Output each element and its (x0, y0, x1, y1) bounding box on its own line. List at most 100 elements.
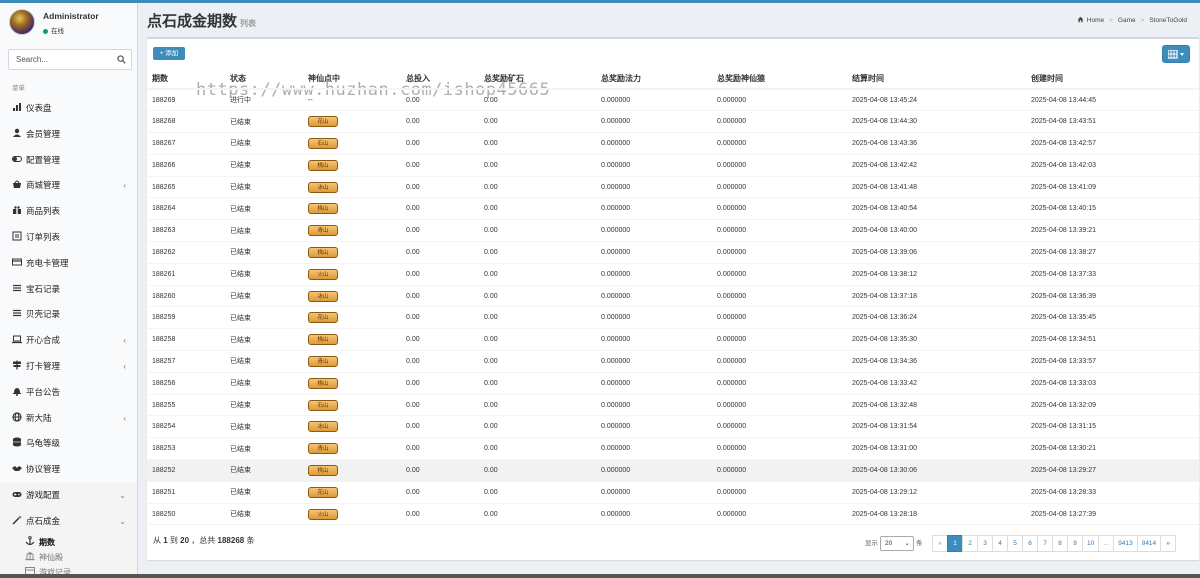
pagination-page[interactable]: 2 (962, 535, 978, 552)
table-row[interactable]: 188268 已结束 花山 0.00 0.00 0.000000 0.000000 2025-… (147, 110, 1199, 134)
column-header[interactable]: 创建时间 (1026, 69, 1199, 90)
chevron-left-icon: ‹ (123, 181, 126, 191)
table-row[interactable]: 188251 已结束 花山 0.00 0.00 0.000000 0.000000 2025-… (147, 481, 1199, 504)
pagination-page[interactable]: 9414 (1136, 535, 1162, 552)
pagination-page[interactable]: 8 (1052, 535, 1068, 552)
sidebar-item-15[interactable]: 协议管理 (0, 457, 137, 483)
table-row[interactable]: 188253 已结束 青山 0.00 0.00 0.000000 0.000000 2025-… (147, 437, 1199, 461)
sidebar-item-6[interactable]: 订单列表 (0, 225, 137, 251)
table-row[interactable]: 188265 已结束 冰山 0.00 0.00 0.000000 0.000000 2025-… (147, 176, 1199, 199)
sidebar-item-10[interactable]: 开心合成 ‹ (0, 328, 137, 354)
table-row[interactable]: 188254 已结束 冰山 0.00 0.00 0.000000 0.000000 2025-… (147, 415, 1199, 439)
table-row[interactable]: 188258 已结束 桃山 0.00 0.00 0.000000 0.000000 2025-… (147, 328, 1199, 352)
table-cell: 0.000000 (596, 394, 712, 417)
table-row[interactable]: 188269 进行中 -- 0.00 0.00 0.000000 0.000000 2025-… (147, 89, 1199, 112)
column-header[interactable]: 期数 (147, 69, 225, 90)
submenu-item-2[interactable]: 神仙殿 (0, 550, 137, 565)
sidebar-item-label: 宝石记录 (26, 283, 61, 294)
pagination-page[interactable]: 1 (947, 535, 963, 552)
list-icon (13, 284, 21, 291)
table-row[interactable]: 188264 已结束 桃山 0.00 0.00 0.000000 0.000000 2025-… (147, 197, 1199, 221)
table-cell: 0.000000 (712, 459, 847, 482)
add-button[interactable]: + 添加 (153, 47, 185, 60)
sidebar-item-1[interactable]: 仪表盘 (0, 96, 137, 122)
table-row[interactable]: 188261 已结束 火山 0.00 0.00 0.000000 0.000000 2025-… (147, 263, 1199, 286)
pagination-page[interactable]: 9 (1067, 535, 1083, 552)
sidebar-item-12[interactable]: 平台公告 (0, 380, 137, 406)
search-input[interactable] (9, 50, 109, 69)
column-header[interactable]: 结算时间 (847, 69, 1026, 90)
table-cell: 2025-04-08 13:39:21 (1026, 219, 1199, 243)
user-status: 在线 (43, 25, 64, 35)
sidebar-item-17[interactable]: 点石成金 ⌄ (0, 508, 137, 535)
table-cell: 0.000000 (596, 503, 712, 526)
table-cell: 已结束 (225, 241, 303, 264)
table-cell: 已结束 (225, 263, 303, 286)
horizontal-scrollbar[interactable] (0, 574, 1200, 578)
dashboard-icon (13, 103, 21, 111)
table-cell: 0.00 (479, 459, 596, 482)
table-row[interactable]: 188257 已结束 青山 0.00 0.00 0.000000 0.000000 2025-… (147, 350, 1199, 373)
column-header[interactable]: 神仙点中 (303, 69, 401, 90)
table-cell: 2025-04-08 13:37:33 (1026, 263, 1199, 286)
pagination-page[interactable]: 9413 (1113, 535, 1138, 552)
avatar[interactable] (9, 9, 35, 35)
table-cell: 2025-04-08 13:29:27 (1026, 459, 1199, 482)
column-header[interactable]: 总奖励矿石 (479, 69, 596, 90)
table-row[interactable]: 188260 已结束 冰山 0.00 0.00 0.000000 0.000000 2025-… (147, 285, 1199, 308)
column-header[interactable]: 总奖励法力 (596, 69, 712, 90)
table-row[interactable]: 188263 已结束 青山 0.00 0.00 0.000000 0.000000 2025-… (147, 219, 1199, 243)
sidebar-item-7[interactable]: 充电卡管理 (0, 251, 137, 277)
table-cell: 0.00 (479, 415, 596, 439)
submenu-item-1[interactable]: 期数 (0, 535, 137, 550)
table-cell: 2025-04-08 13:42:03 (1026, 154, 1199, 177)
per-page-select[interactable]: 20 ⌄ (880, 536, 914, 551)
sidebar-item-8[interactable]: 宝石记录 (0, 277, 137, 303)
table-row[interactable]: 188255 已结束 石山 0.00 0.00 0.000000 0.000000 2025-… (147, 394, 1199, 417)
table-cell: 2025-04-08 13:33:03 (1026, 372, 1199, 395)
sidebar-item-14[interactable]: 乌龟等级 (0, 431, 137, 457)
sidebar-item-3[interactable]: 配置管理 (0, 148, 137, 174)
sidebar-item-2[interactable]: 会员管理 (0, 122, 137, 148)
table-cell: 冰山 (303, 176, 401, 199)
columns-toggle-button[interactable] (1162, 45, 1190, 63)
breadcrumb-home[interactable]: Home (1087, 17, 1104, 24)
column-header[interactable]: 状态 (225, 69, 303, 90)
breadcrumb-game[interactable]: Game (1118, 17, 1136, 24)
pagination-page[interactable]: 10 (1082, 535, 1100, 552)
sidebar-item-9[interactable]: 贝壳记录 (0, 302, 137, 328)
table-row[interactable]: 188267 已结束 石山 0.00 0.00 0.000000 0.000000 2025-… (147, 132, 1199, 155)
sidebar-item-11[interactable]: 打卡管理 ‹ (0, 354, 137, 380)
column-header[interactable]: 总投入 (401, 69, 479, 90)
table-row[interactable]: 188259 已结束 花山 0.00 0.00 0.000000 0.000000 2025-… (147, 306, 1199, 330)
pagination-prev[interactable]: « (932, 535, 948, 552)
table-cell: 花山 (303, 306, 401, 330)
sidebar-item-13[interactable]: 新大陆 ‹ (0, 406, 137, 432)
table-cell: 188263 (147, 219, 225, 243)
table-row[interactable]: 188256 已结束 桃山 0.00 0.00 0.000000 0.000000 2025-… (147, 372, 1199, 395)
pagination-page[interactable]: 6 (1022, 535, 1038, 552)
pagination-page[interactable]: 3 (977, 535, 993, 552)
sidebar-item-16[interactable]: 游戏配置 ⌄ (0, 482, 137, 509)
table-cell: 石山 (303, 132, 401, 155)
table-row[interactable]: 188262 已结束 桃山 0.00 0.00 0.000000 0.000000 2025-… (147, 241, 1199, 264)
pagination-next[interactable]: » (1160, 535, 1177, 552)
table-cell: 0.00 (479, 219, 596, 243)
sidebar-item-5[interactable]: 商品列表 (0, 199, 137, 225)
column-header[interactable]: 总奖励神仙猿 (712, 69, 847, 90)
table-row[interactable]: 188266 已结束 桃山 0.00 0.00 0.000000 0.000000 2025-… (147, 154, 1199, 177)
search-icon[interactable] (117, 55, 126, 64)
sidebar-item-label: 乌龟等级 (26, 438, 61, 449)
mountain-tag: 桃山 (308, 203, 338, 215)
table-row[interactable]: 188252 已结束 桃山 0.00 0.00 0.000000 0.000000 2025-… (147, 459, 1199, 482)
sidebar-item-4[interactable]: 商城管理 ‹ (0, 173, 137, 199)
table-cell: 2025-04-08 13:31:00 (847, 437, 1026, 461)
pagination-page[interactable]: 7 (1037, 535, 1053, 552)
mountain-tag: 花山 (308, 116, 338, 128)
table-row[interactable]: 188250 已结束 火山 0.00 0.00 0.000000 0.000000 2025-… (147, 503, 1199, 526)
pagination-page[interactable]: 4 (992, 535, 1008, 552)
table-cell: 2025-04-08 13:32:48 (847, 394, 1026, 417)
breadcrumb: Home > Game > StoneToGold (1077, 16, 1187, 24)
pagination-page[interactable]: 5 (1007, 535, 1023, 552)
chevron-down-icon: ⌄ (904, 540, 910, 547)
